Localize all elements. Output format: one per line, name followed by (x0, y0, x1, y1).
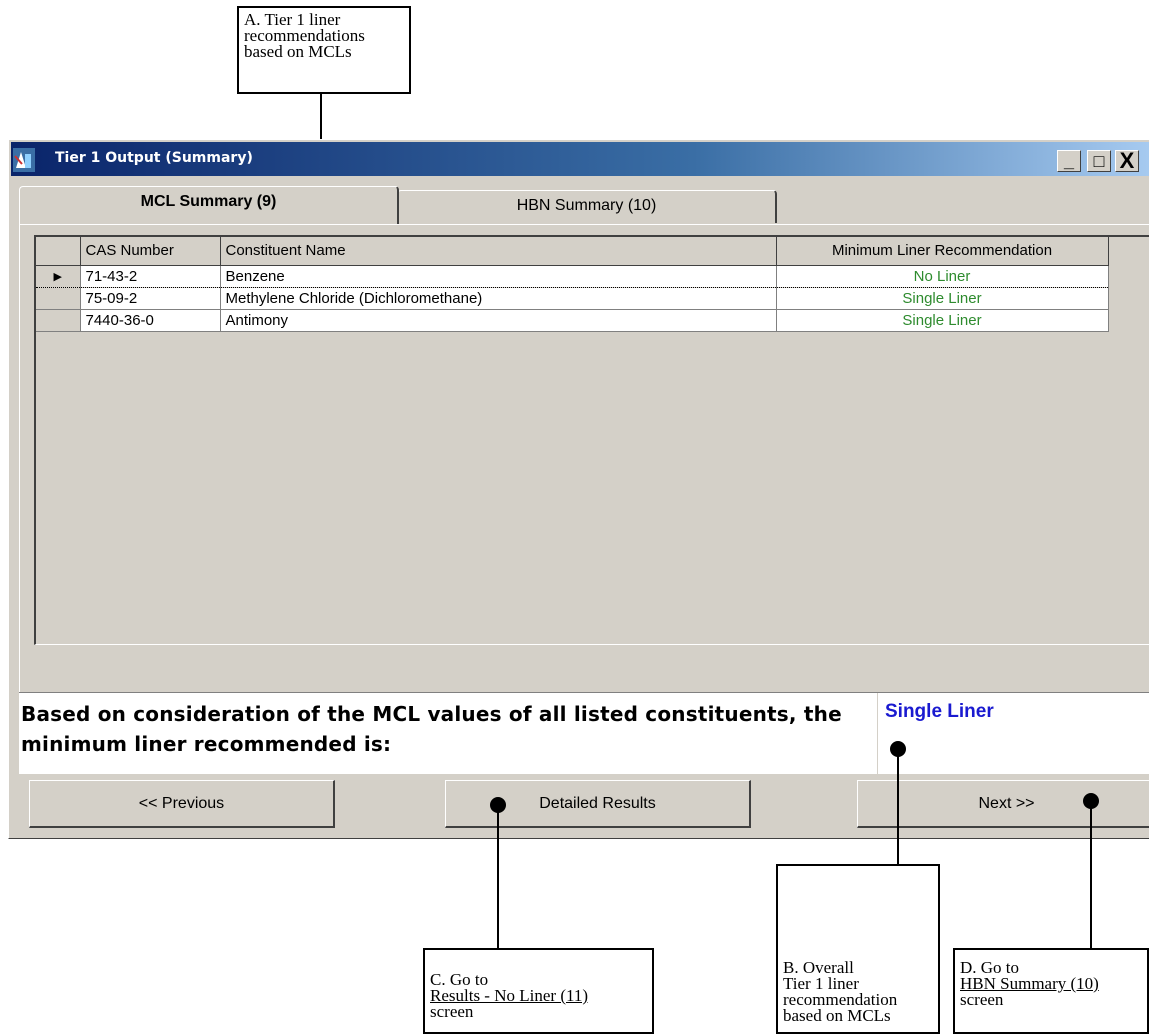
next-button[interactable]: Next >> (857, 780, 1149, 828)
callout-d-line3: screen (960, 990, 1004, 1009)
callout-b-line4: based on MCLs (783, 1006, 891, 1025)
row-selector[interactable] (36, 287, 81, 310)
cas-cell[interactable]: 7440-36-0 (80, 309, 221, 332)
callout-c: C. Go to Results - No Liner (11) screen (423, 948, 654, 1034)
app-window: Tier 1 Output (Summary) _ □ X MCL Summar… (8, 139, 1149, 839)
overall-recommendation: Single Liner (885, 701, 994, 722)
next-button-label: Next >> (978, 795, 1035, 812)
callout-b: B. Overall Tier 1 liner recommendation b… (776, 864, 940, 1034)
table-row[interactable]: ▶ 71-43-2 Benzene No Liner (36, 265, 1109, 288)
tab-panel: CAS Number Constituent Name Minimum Line… (19, 224, 1149, 770)
callout-d: D. Go to HBN Summary (10) screen (953, 948, 1149, 1034)
table-header-row: CAS Number Constituent Name Minimum Line… (36, 237, 1109, 266)
constituent-cell[interactable]: Benzene (220, 265, 777, 288)
results-table: CAS Number Constituent Name Minimum Line… (36, 237, 1109, 332)
summary-area: Based on consideration of the MCL values… (19, 692, 1149, 775)
recommendation-cell[interactable]: Single Liner (776, 309, 1109, 332)
cas-cell[interactable]: 75-09-2 (80, 287, 221, 310)
row-selector-header (36, 237, 81, 266)
previous-button-label: << Previous (138, 795, 225, 812)
recommendation-cell[interactable]: No Liner (776, 265, 1109, 288)
results-grid[interactable]: CAS Number Constituent Name Minimum Line… (34, 235, 1149, 645)
tab-mcl-summary[interactable]: MCL Summary (9) (19, 186, 399, 224)
constituent-cell[interactable]: Antimony (220, 309, 777, 332)
constituent-cell[interactable]: Methylene Chloride (Dichloromethane) (220, 287, 777, 310)
maximize-button[interactable]: □ (1087, 150, 1111, 172)
cas-cell[interactable]: 71-43-2 (80, 265, 221, 288)
callout-b-leader (897, 750, 899, 866)
app-icon (13, 148, 35, 172)
tab-hbn-summary[interactable]: HBN Summary (10) (397, 190, 777, 223)
row-selector[interactable] (36, 309, 81, 332)
window-title: Tier 1 Output (Summary) (55, 150, 253, 166)
summary-divider (877, 693, 878, 775)
column-header-cas[interactable]: CAS Number (80, 237, 221, 266)
close-button[interactable]: X (1115, 150, 1139, 172)
previous-button[interactable]: << Previous (29, 780, 335, 828)
callout-d-leader (1090, 802, 1092, 949)
summary-message: Based on consideration of the MCL values… (21, 702, 842, 756)
title-bar[interactable]: Tier 1 Output (Summary) _ □ X (11, 142, 1149, 176)
recommendation-cell[interactable]: Single Liner (776, 287, 1109, 310)
row-selector-arrow-icon[interactable]: ▶ (36, 265, 81, 288)
callout-a-line3: based on MCLs (244, 42, 352, 61)
callout-a: A. Tier 1 liner recommendations based on… (237, 6, 411, 94)
column-header-name[interactable]: Constituent Name (220, 237, 777, 266)
callout-c-leader (497, 806, 499, 949)
minimize-button[interactable]: _ (1057, 150, 1081, 172)
detailed-results-button-label: Detailed Results (539, 795, 656, 812)
column-header-recommendation[interactable]: Minimum Liner Recommendation (776, 237, 1109, 266)
callout-c-line3: screen (430, 1002, 474, 1021)
tab-hbn-summary-label: HBN Summary (10) (516, 197, 657, 214)
table-row[interactable]: 7440-36-0 Antimony Single Liner (36, 309, 1109, 332)
tab-mcl-summary-label: MCL Summary (9) (140, 193, 277, 210)
table-row[interactable]: 75-09-2 Methylene Chloride (Dichlorometh… (36, 287, 1109, 310)
